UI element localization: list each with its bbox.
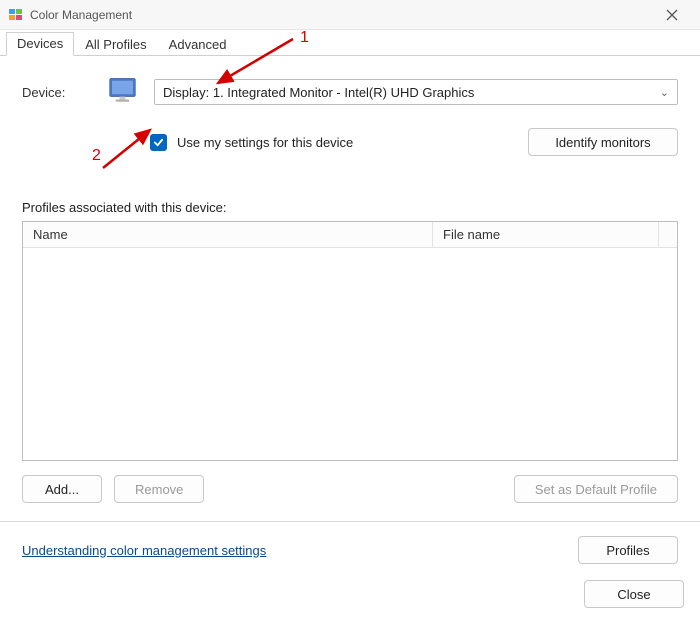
title-bar: Color Management (0, 0, 700, 30)
set-default-profile-button[interactable]: Set as Default Profile (514, 475, 678, 503)
device-select-value: Display: 1. Integrated Monitor - Intel(R… (163, 85, 474, 100)
profiles-button[interactable]: Profiles (578, 536, 678, 564)
tab-devices[interactable]: Devices (6, 32, 74, 56)
column-label: File name (443, 227, 500, 242)
tab-advanced[interactable]: Advanced (158, 33, 238, 56)
window-title: Color Management (30, 8, 652, 22)
add-button[interactable]: Add... (22, 475, 102, 503)
profiles-header: Name File name (23, 222, 677, 248)
devices-pane: Device: Display: 1. Integrated Monitor -… (0, 56, 700, 572)
button-label: Set as Default Profile (535, 482, 657, 497)
footer: Close (584, 580, 684, 608)
use-my-settings-checkbox[interactable] (150, 134, 167, 151)
monitor-icon (106, 74, 142, 110)
button-label: Add... (45, 482, 79, 497)
button-label: Close (617, 587, 650, 602)
profiles-caption: Profiles associated with this device: (22, 200, 678, 215)
tab-label: Advanced (169, 37, 227, 52)
link-text: Understanding color management settings (22, 543, 266, 558)
device-row: Device: Display: 1. Integrated Monitor -… (22, 74, 678, 110)
column-header-name[interactable]: Name (23, 222, 433, 247)
understanding-link[interactable]: Understanding color management settings (22, 543, 266, 558)
button-label: Remove (135, 482, 183, 497)
profiles-list[interactable]: Name File name (22, 221, 678, 461)
tab-label: All Profiles (85, 37, 146, 52)
use-my-settings-label: Use my settings for this device (177, 135, 353, 150)
column-label: Name (33, 227, 68, 242)
tab-label: Devices (17, 36, 63, 51)
remove-button[interactable]: Remove (114, 475, 204, 503)
button-label: Identify monitors (555, 135, 650, 150)
column-header-file[interactable]: File name (433, 222, 659, 247)
device-label: Device: (22, 85, 94, 100)
checkbox-row: Use my settings for this device Identify… (150, 128, 678, 156)
bottom-row: Understanding color management settings … (22, 522, 678, 564)
app-icon (8, 7, 24, 23)
button-label: Profiles (606, 543, 649, 558)
identify-monitors-button[interactable]: Identify monitors (528, 128, 678, 156)
close-button[interactable]: Close (584, 580, 684, 608)
tab-all-profiles[interactable]: All Profiles (74, 33, 157, 56)
chevron-down-icon: ⌄ (660, 86, 669, 99)
profiles-body (23, 248, 677, 460)
tab-strip: Devices All Profiles Advanced (0, 30, 700, 56)
profile-buttons-row: Add... Remove Set as Default Profile (22, 475, 678, 503)
close-window-button[interactable] (652, 1, 692, 29)
device-select[interactable]: Display: 1. Integrated Monitor - Intel(R… (154, 79, 678, 105)
